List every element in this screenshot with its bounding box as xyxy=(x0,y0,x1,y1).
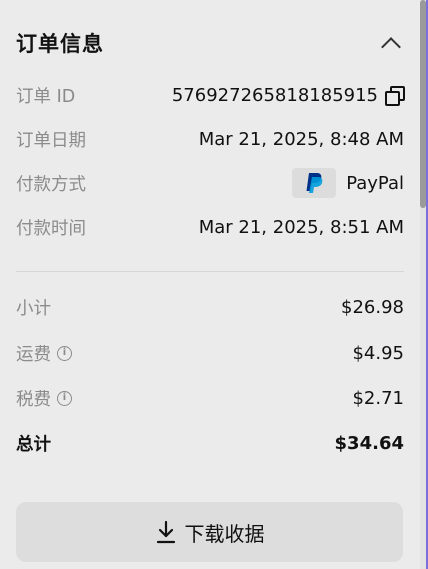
tax-label-group: 税费 i xyxy=(16,386,72,411)
paypal-mark-icon xyxy=(306,173,323,193)
shipping-label: 运费 xyxy=(16,344,51,365)
chevron-up-icon[interactable] xyxy=(381,37,401,57)
payment-time-value: Mar 21, 2025, 8:51 AM xyxy=(198,216,404,238)
shipping-label-group: 运费 i xyxy=(16,341,72,366)
order-date-row: 订单日期 Mar 21, 2025, 8:48 AM xyxy=(16,124,404,154)
total-value: $34.64 xyxy=(334,432,404,454)
order-date-value: Mar 21, 2025, 8:48 AM xyxy=(198,128,404,150)
order-info-panel: 订单信息 订单 ID 576927265818185915 订单日期 Mar 2… xyxy=(0,0,428,569)
subtotal-label: 小计 xyxy=(16,298,51,319)
payment-method-row: 付款方式 PayPal xyxy=(16,168,404,198)
order-info-header[interactable]: 订单信息 xyxy=(16,26,404,60)
order-date-label: 订单日期 xyxy=(16,130,86,151)
download-receipt-label: 下载收据 xyxy=(184,521,265,546)
payment-method-label: 付款方式 xyxy=(16,174,86,195)
payment-time-label: 付款时间 xyxy=(16,218,86,239)
copy-icon[interactable] xyxy=(384,85,405,106)
payment-method-value-group: PayPal xyxy=(292,168,404,198)
order-info-title: 订单信息 xyxy=(16,32,104,56)
order-id-label: 订单 ID xyxy=(16,86,76,107)
tax-label: 税费 xyxy=(16,389,51,410)
total-label: 总计 xyxy=(16,434,51,455)
total-row: 总计 $34.64 xyxy=(16,428,404,458)
order-id-value-group: 576927265818185915 xyxy=(171,84,405,106)
tax-value: $2.71 xyxy=(352,387,404,409)
subtotal-value: $26.98 xyxy=(341,296,404,318)
paypal-logo-icon xyxy=(292,168,337,198)
download-icon xyxy=(156,520,175,544)
order-id-value: 576927265818185915 xyxy=(171,84,378,106)
section-divider xyxy=(16,271,404,272)
shipping-value: $4.95 xyxy=(352,342,404,364)
info-icon[interactable]: i xyxy=(57,345,72,361)
payment-time-row: 付款时间 Mar 21, 2025, 8:51 AM xyxy=(16,212,404,242)
order-id-row: 订单 ID 576927265818185915 xyxy=(16,80,405,110)
payment-method-value: PayPal xyxy=(346,172,404,194)
shipping-row: 运费 i $4.95 xyxy=(16,338,404,368)
tax-row: 税费 i $2.71 xyxy=(16,383,404,413)
download-receipt-button[interactable]: 下载收据 xyxy=(16,502,403,562)
info-icon[interactable]: i xyxy=(57,390,72,406)
subtotal-row: 小计 $26.98 xyxy=(16,292,404,322)
